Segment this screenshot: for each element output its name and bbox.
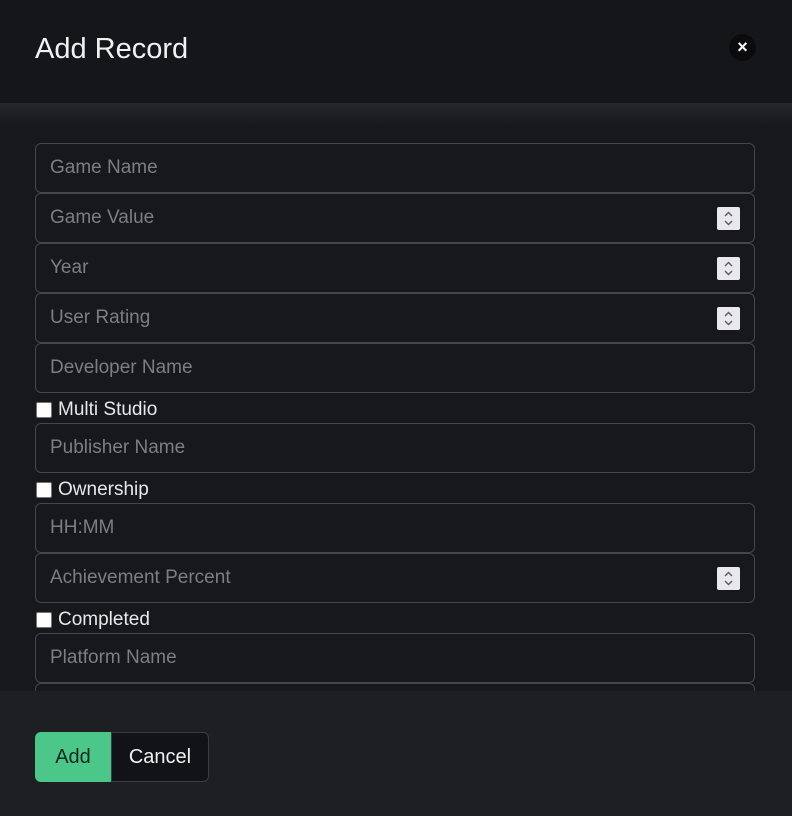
cancel-button[interactable]: Cancel — [111, 732, 209, 782]
spinner-arrows-icon — [724, 211, 733, 226]
platform-name-placeholder: Platform Name — [50, 647, 177, 668]
achievement-percent-spinner[interactable] — [717, 567, 740, 590]
close-button[interactable]: × — [729, 34, 756, 61]
spinner-arrows-icon — [724, 571, 733, 586]
dialog-footer: Add Cancel — [0, 691, 792, 816]
header-shadow — [0, 103, 792, 127]
ownership-checkbox[interactable] — [36, 482, 52, 498]
game-name-input[interactable]: Game Name — [35, 143, 755, 193]
game-name-placeholder: Game Name — [50, 157, 158, 178]
close-icon: × — [737, 37, 748, 57]
completed-checkbox[interactable] — [36, 612, 52, 628]
dialog-title: Add Record — [35, 33, 189, 65]
year-placeholder: Year — [50, 257, 89, 278]
dialog-body: Game Name Game Value Year User Rating De… — [0, 103, 792, 691]
playtime-input[interactable]: HH:MM — [35, 503, 755, 553]
developer-name-input[interactable]: Developer Name — [35, 343, 755, 393]
achievement-percent-input[interactable]: Achievement Percent — [35, 553, 755, 603]
user-rating-input[interactable]: User Rating — [35, 293, 755, 343]
next-field-input[interactable] — [35, 683, 755, 691]
platform-name-input[interactable]: Platform Name — [35, 633, 755, 683]
developer-name-placeholder: Developer Name — [50, 357, 193, 378]
multi-studio-label[interactable]: Multi Studio — [58, 398, 157, 422]
publisher-name-input[interactable]: Publisher Name — [35, 423, 755, 473]
ownership-label[interactable]: Ownership — [58, 478, 149, 502]
spinner-arrows-icon — [724, 261, 733, 276]
publisher-name-placeholder: Publisher Name — [50, 437, 186, 458]
year-input[interactable]: Year — [35, 243, 755, 293]
user-rating-placeholder: User Rating — [50, 307, 151, 328]
multi-studio-checkbox[interactable] — [36, 402, 52, 418]
playtime-placeholder: HH:MM — [50, 517, 115, 538]
completed-label[interactable]: Completed — [58, 608, 150, 632]
spinner-arrows-icon — [724, 311, 733, 326]
game-value-input[interactable]: Game Value — [35, 193, 755, 243]
game-value-placeholder: Game Value — [50, 207, 155, 228]
year-spinner[interactable] — [717, 257, 740, 280]
game-value-spinner[interactable] — [717, 207, 740, 230]
add-record-dialog: Add Record × Game Name Game Value Year U… — [0, 0, 792, 816]
add-button[interactable]: Add — [35, 732, 111, 782]
user-rating-spinner[interactable] — [717, 307, 740, 330]
dialog-header: Add Record × — [0, 0, 792, 103]
achievement-percent-placeholder: Achievement Percent — [50, 567, 231, 588]
